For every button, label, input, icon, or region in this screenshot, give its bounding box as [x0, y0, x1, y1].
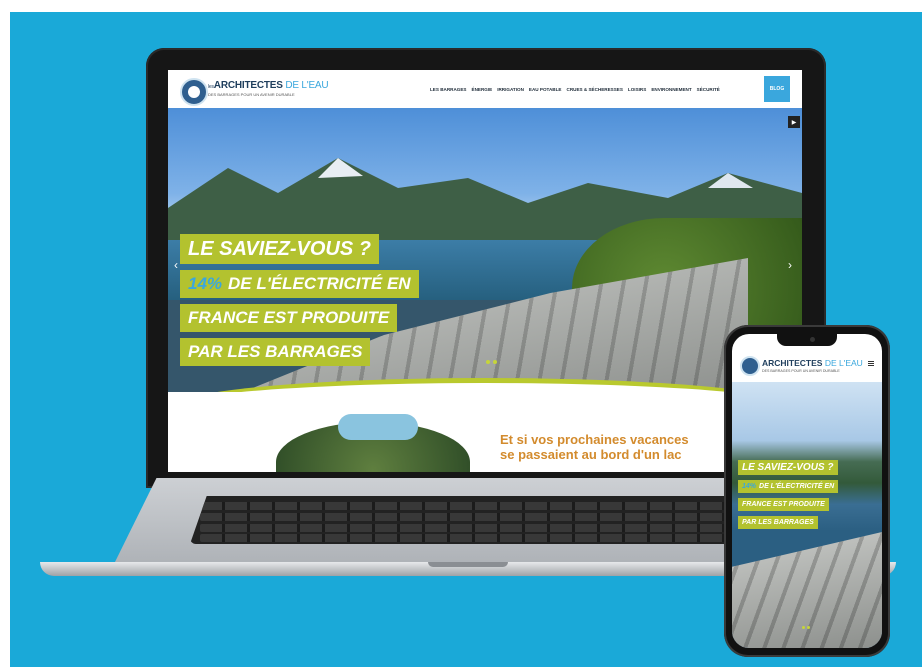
phone-logo-tagline: DES BARRAGES POUR UN AVENIR DURABLE — [762, 369, 840, 373]
hamburger-icon[interactable] — [868, 360, 874, 366]
slider-dot[interactable] — [802, 626, 805, 629]
phone-hero-line-2-text: DE L'ÉLECTRICITÉ EN — [759, 483, 835, 490]
nav-item-environnement[interactable]: ENVIRONNEMENT — [651, 87, 691, 92]
nav-item-barrages[interactable]: LES BARRAGES — [430, 87, 467, 92]
laptop-screen: lesARCHITECTES DE L'EAU DES BARRAGES POU… — [168, 70, 802, 472]
vacation-promo-text: Et si vos prochaines vacances se passaie… — [500, 432, 689, 462]
nav-item-irrigation[interactable]: IRRIGATION — [497, 87, 524, 92]
hero-line-3: FRANCE EST PRODUITE — [180, 304, 398, 332]
logo-title-main: ARCHITECTES — [213, 80, 283, 91]
mockup-stage: lesARCHITECTES DE L'EAU DES BARRAGES POU… — [0, 0, 922, 667]
slider-dot[interactable] — [493, 360, 497, 364]
slider-dots — [486, 360, 497, 364]
keyboard — [190, 496, 746, 544]
phone-dam-ribs — [732, 532, 882, 648]
blog-button[interactable]: BLOG — [764, 76, 790, 102]
phone-hero-percent: 14% — [742, 483, 757, 490]
phone-hero-line-4: PAR LES BARRAGES — [738, 516, 818, 529]
slider-dot[interactable] — [486, 360, 490, 364]
phone-screen: ARCHITECTES DE L'EAU DES BARRAGES POUR U… — [732, 334, 882, 648]
logo-tagline: DES BARRAGES POUR UN AVENIR DURABLE — [208, 92, 295, 97]
key-row — [200, 502, 736, 510]
logo-title-accent: DE L'EAU — [824, 358, 863, 368]
decorative-cloud — [338, 414, 418, 440]
phone-slider-dots — [802, 626, 810, 629]
phone-frame: ARCHITECTES DE L'EAU DES BARRAGES POUR U… — [724, 325, 890, 657]
main-nav: LES BARRAGES ÉNERGIE IRRIGATION EAU POTA… — [430, 87, 720, 92]
key-row — [200, 534, 736, 542]
nav-item-securite[interactable]: SÉCURITÉ — [697, 87, 720, 92]
key-row — [200, 524, 736, 532]
site-header: lesARCHITECTES DE L'EAU DES BARRAGES POU… — [168, 70, 802, 108]
nav-item-crues[interactable]: CRUES & SÉCHERESSES — [567, 87, 623, 92]
chevron-left-icon[interactable]: ‹ — [174, 258, 178, 272]
hero-line-1: LE SAVIEZ-VOUS ? — [180, 234, 379, 264]
hero-line-4: PAR LES BARRAGES — [180, 338, 371, 366]
phone-hero-line-3: FRANCE EST PRODUITE — [738, 498, 829, 511]
hero-line-2: 14% DE L'ÉLECTRICITÉ EN — [180, 270, 419, 298]
nav-item-energie[interactable]: ÉNERGIE — [472, 87, 493, 92]
logo-title-accent: DE L'EAU — [285, 80, 329, 91]
hero-percent: 14% — [188, 274, 223, 293]
logo-title-main: ARCHITECTES — [762, 358, 823, 368]
logo-badge-icon[interactable] — [180, 78, 208, 106]
nav-item-loisirs[interactable]: LOISIRS — [628, 87, 646, 92]
hero-slider: ▶ ‹ › LE SAVIEZ-VOUS ? 14% DE L'ÉLECTRIC… — [168, 108, 802, 393]
logo-badge-icon[interactable] — [740, 356, 760, 376]
play-icon[interactable]: ▶ — [788, 116, 800, 128]
phone-hero-line-2: 14% DE L'ÉLECTRICITÉ EN — [738, 480, 839, 493]
content-section: Et si vos prochaines vacances se passaie… — [168, 392, 802, 472]
key-row — [200, 513, 736, 521]
phone-hero: LE SAVIEZ-VOUS ? 14% DE L'ÉLECTRICITÉ EN… — [732, 382, 882, 648]
slider-dot[interactable] — [807, 626, 810, 629]
phone-hero-line-1: LE SAVIEZ-VOUS ? — [738, 460, 838, 475]
phone-logo-title[interactable]: ARCHITECTES DE L'EAU — [762, 358, 863, 368]
nav-item-eau-potable[interactable]: EAU POTABLE — [529, 87, 562, 92]
hero-line-2-text: DE L'ÉLECTRICITÉ EN — [228, 274, 411, 293]
camera-icon — [810, 337, 815, 342]
laptop-opening-notch — [428, 562, 508, 567]
logo-title[interactable]: lesARCHITECTES DE L'EAU — [208, 80, 329, 91]
chevron-right-icon[interactable]: › — [788, 258, 792, 272]
phone-notch — [777, 334, 837, 346]
